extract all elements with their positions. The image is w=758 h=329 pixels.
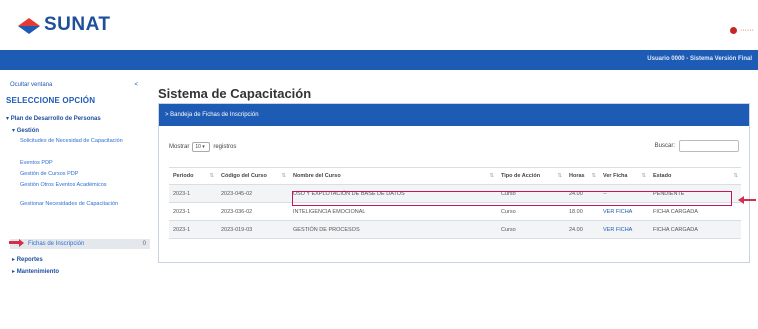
collapse-icon[interactable]: < <box>134 82 138 88</box>
sidebar-item-gestion[interactable]: ▾ Gestión <box>12 127 39 134</box>
table-row[interactable]: 2023-1 2023-019-03 GESTIÓN DE PROCESOS C… <box>169 220 741 239</box>
col-codigo[interactable]: Código del Curso ⇅ <box>217 167 289 185</box>
col-tipo[interactable]: Tipo de Acción ⇅ <box>497 167 565 185</box>
page-title: Sistema de Capacitación <box>158 86 312 101</box>
highlight-box <box>292 191 732 206</box>
cell-periodo: 2023-1 <box>169 184 217 203</box>
cell-tipo: Curso <box>497 220 565 239</box>
user-menu[interactable]: ······ <box>730 27 754 34</box>
fichas-panel: > Bandeja de Fichas de Inscripción Mostr… <box>158 103 750 263</box>
logo-text: SUNAT <box>44 14 111 35</box>
cell-nombre: GESTIÓN DE PROCESOS <box>289 220 497 239</box>
sidebar-subitem-cursos[interactable]: Gestión de Cursos PDP <box>20 171 130 178</box>
col-horas[interactable]: Horas ⇅ <box>565 167 599 185</box>
sidebar: Ocultar ventana < SELECCIONE OPCIÓN ▾ Pl… <box>0 76 150 329</box>
col-estado[interactable]: Estado ⇅ <box>649 167 741 185</box>
sidebar-toggle[interactable]: Ocultar ventana < <box>10 82 138 88</box>
user-icon <box>730 27 737 34</box>
top-header: SUNAT ······ <box>0 0 758 50</box>
show-label: Mostrar <box>169 144 190 150</box>
sunat-logo-icon <box>18 16 40 34</box>
cell-horas: 24.00 <box>565 220 599 239</box>
sidebar-item-plan[interactable]: ▾ Plan de Desarrollo de Personas <box>6 115 101 122</box>
user-label: ······ <box>740 27 754 34</box>
page-size-control: Mostrar 10 ▾ registros <box>169 142 236 152</box>
cell-codigo: 2023-036-02 <box>217 202 289 221</box>
search-label: Buscar: <box>654 143 675 149</box>
cell-periodo: 2023-1 <box>169 220 217 239</box>
cell-codigo: 2023-019-03 <box>217 220 289 239</box>
sidebar-item-mantenimiento[interactable]: ▸ Mantenimiento <box>12 268 59 275</box>
col-nombre[interactable]: Nombre del Curso ⇅ <box>289 167 497 185</box>
cell-periodo: 2023-1 <box>169 202 217 221</box>
panel-title: > Bandeja de Fichas de Inscripción <box>159 104 749 126</box>
search-input[interactable] <box>679 140 739 152</box>
sidebar-item-fichas-count: 0 <box>142 241 146 247</box>
table-header-row: Periodo ⇅ Código del Curso ⇅ Nombre del Cu… <box>169 167 741 185</box>
nav-bar: Usuario 0000 - Sistema Versión Final <box>0 50 758 70</box>
search-control: Buscar: <box>655 140 739 152</box>
sidebar-item-reportes[interactable]: ▸ Reportes <box>12 256 43 263</box>
sidebar-toggle-label: Ocultar ventana <box>10 82 53 88</box>
col-periodo[interactable]: Periodo ⇅ <box>169 167 217 185</box>
page-size-select[interactable]: 10 ▾ <box>192 142 211 152</box>
sidebar-subitem-necesidades[interactable]: Gestionar Necesidades de Capacitación <box>20 201 130 208</box>
sunat-logo[interactable]: SUNAT <box>18 14 111 36</box>
sidebar-subitem-eventos[interactable]: Eventos PDP <box>20 160 130 167</box>
sidebar-subitem-solicitudes[interactable]: Solicitudes de Necesidad de Capacitación <box>20 138 130 145</box>
sidebar-section-title: SELECCIONE OPCIÓN <box>6 96 96 105</box>
session-info: Usuario 0000 - Sistema Versión Final <box>647 56 752 62</box>
cell-codigo: 2023-045-02 <box>217 184 289 203</box>
records-label: registros <box>213 144 237 150</box>
sidebar-subitem-otros-eventos[interactable]: Gestión Otros Eventos Académicos <box>20 182 130 189</box>
sidebar-item-fichas[interactable]: Fichas de Inscripción 0 <box>9 239 150 249</box>
col-ficha[interactable]: Ver Ficha ⇅ <box>599 167 649 185</box>
sidebar-item-fichas-label: Fichas de Inscripción <box>28 241 85 247</box>
cell-estado: FICHA CARGADA <box>649 220 741 239</box>
ver-ficha-link[interactable]: VER FICHA <box>599 220 649 239</box>
